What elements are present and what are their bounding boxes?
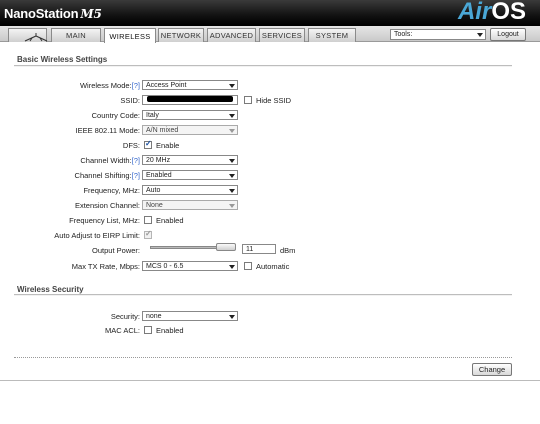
ieee-mode-value: A/N mixed — [146, 127, 179, 134]
channel-width-help-link[interactable]: [?] — [132, 156, 140, 165]
logout-button[interactable]: Logout — [490, 28, 526, 41]
wireless-mode-value: Access Point — [146, 82, 187, 89]
chevron-down-icon — [229, 264, 235, 269]
max-tx-rate-value: MCS 0 - 6.5 — [146, 263, 184, 270]
chevron-down-icon — [229, 188, 235, 193]
ieee-mode-label: IEEE 802.11 Mode: — [75, 126, 141, 135]
ssid-label: SSID: — [120, 96, 140, 105]
chevron-down-icon — [229, 173, 235, 178]
chevron-down-icon — [229, 314, 235, 319]
tab-services[interactable]: SERVICES — [259, 28, 305, 42]
country-code-select[interactable]: Italy — [142, 110, 238, 120]
app-header: NanoStation M5 AirOS — [0, 0, 540, 26]
output-power-unit: dBm — [280, 246, 296, 255]
hide-ssid-label: Hide SSID — [256, 96, 292, 105]
channel-width-label: Channel Width:[?] — [0, 156, 140, 165]
tab-wireless[interactable]: WIRELESS — [104, 28, 156, 43]
channel-width-select[interactable]: 20 MHz — [142, 155, 238, 165]
hide-ssid-checkbox[interactable] — [244, 96, 252, 104]
section-title-basic: Basic Wireless Settings — [17, 55, 108, 64]
max-tx-rate-label: Max TX Rate, Mbps: — [71, 262, 140, 271]
change-button[interactable]: Change — [472, 363, 512, 376]
frequency-list-enabled-label: Enabled — [156, 216, 184, 225]
dfs-label: DFS: — [122, 141, 140, 150]
output-power-slider-handle[interactable] — [216, 243, 236, 251]
section-title-security: Wireless Security — [17, 285, 84, 294]
ubnt-logo-icon — [24, 33, 48, 42]
frequency-label: Frequency, MHz: — [83, 186, 140, 195]
frequency-select[interactable]: Auto — [142, 185, 238, 195]
footer-divider — [14, 357, 512, 358]
dfs-enable-label: Enable — [156, 141, 180, 150]
channel-shifting-label: Channel Shifting:[?] — [0, 171, 140, 180]
channel-width-text: Channel Width: — [80, 156, 132, 165]
tools-dropdown[interactable]: Tools: — [390, 29, 486, 40]
brand-name: NanoStation — [4, 6, 79, 21]
security-select[interactable]: none — [142, 311, 238, 321]
section-divider — [14, 294, 512, 296]
automatic-label: Automatic — [256, 262, 290, 271]
security-value: none — [146, 313, 162, 320]
chevron-down-icon — [477, 33, 483, 37]
chevron-down-icon — [229, 113, 235, 118]
channel-shifting-text: Channel Shifting: — [74, 171, 132, 180]
tab-network[interactable]: NETWORK — [158, 28, 204, 42]
mac-acl-enabled-label: Enabled — [156, 326, 184, 335]
brand-model: M5 — [80, 7, 102, 21]
chevron-down-icon — [229, 128, 235, 133]
max-tx-rate-select[interactable]: MCS 0 - 6.5 — [142, 261, 238, 271]
auto-eirp-label: Auto Adjust to EIRP Limit: — [54, 231, 140, 240]
tab-main[interactable]: MAIN — [51, 28, 101, 42]
chevron-down-icon — [229, 83, 235, 88]
section-divider — [14, 65, 512, 67]
tab-system[interactable]: SYSTEM — [308, 28, 356, 42]
channel-shifting-select[interactable]: Enabled — [142, 170, 238, 180]
extension-channel-label: Extension Channel: — [74, 201, 140, 210]
airos-logo: AirOS — [458, 0, 526, 26]
chevron-down-icon — [229, 203, 235, 208]
channel-width-value: 20 MHz — [146, 157, 171, 164]
channel-shifting-help-link[interactable]: [?] — [132, 171, 140, 180]
extension-channel-select: None — [142, 200, 238, 210]
logo-os: OS — [491, 0, 526, 25]
page-bottom-border — [0, 380, 540, 381]
output-power-input[interactable]: 11 — [242, 244, 276, 254]
wireless-mode-text: Wireless Mode: — [79, 81, 132, 90]
ssid-redaction — [147, 96, 233, 102]
frequency-value: Auto — [146, 187, 161, 194]
country-code-label: Country Code: — [91, 111, 140, 120]
chevron-down-icon — [229, 158, 235, 163]
extension-channel-value: None — [146, 202, 163, 209]
mac-acl-label: MAC ACL: — [104, 326, 140, 335]
mac-acl-checkbox[interactable] — [144, 326, 152, 334]
auto-eirp-checkbox — [144, 229, 152, 239]
frequency-list-checkbox[interactable] — [144, 216, 152, 224]
logo-air: Air — [457, 0, 492, 25]
tools-value: Tools: — [394, 31, 413, 38]
channel-shifting-value: Enabled — [146, 172, 172, 179]
security-label: Security: — [110, 312, 140, 321]
output-power-label: Output Power: — [92, 246, 140, 255]
dfs-enable-checkbox[interactable] — [144, 139, 152, 149]
wireless-mode-label: Wireless Mode:[?] — [0, 81, 140, 90]
wireless-mode-help-link[interactable]: [?] — [132, 81, 140, 90]
automatic-checkbox[interactable] — [244, 262, 252, 270]
frequency-list-label: Frequency List, MHz: — [69, 216, 140, 225]
country-code-value: Italy — [146, 112, 159, 119]
tab-advanced[interactable]: ADVANCED — [207, 28, 256, 42]
tab-ubnt[interactable] — [8, 28, 48, 42]
ieee-mode-select: A/N mixed — [142, 125, 238, 135]
device-brand: NanoStation M5 — [4, 6, 102, 21]
wireless-mode-select[interactable]: Access Point — [142, 80, 238, 90]
